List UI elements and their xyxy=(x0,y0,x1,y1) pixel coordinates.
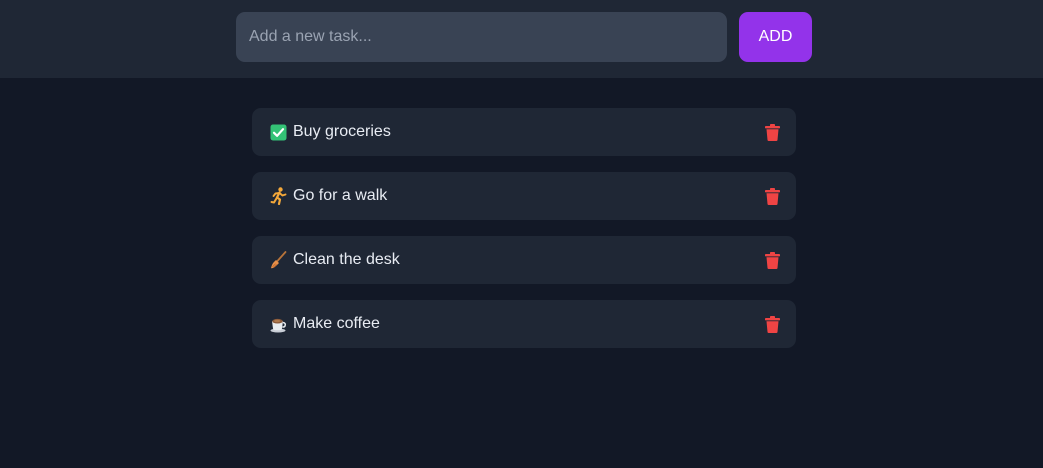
trash-icon[interactable] xyxy=(764,123,780,141)
task-item: Buy groceries xyxy=(252,108,796,156)
task-label: Clean the desk xyxy=(293,251,400,268)
broom-icon xyxy=(269,251,287,269)
top-bar: ADD xyxy=(0,0,1043,78)
task-label: Go for a walk xyxy=(293,187,388,204)
new-task-input[interactable] xyxy=(236,12,727,62)
coffee-cup-icon xyxy=(269,315,287,333)
trash-icon[interactable] xyxy=(764,251,780,269)
add-task-button[interactable]: ADD xyxy=(739,12,812,62)
task-label: Make coffee xyxy=(293,315,380,332)
running-person-icon xyxy=(269,187,287,205)
task-label: Buy groceries xyxy=(293,123,391,140)
task-item: Clean the desk xyxy=(252,236,796,284)
trash-icon[interactable] xyxy=(764,187,780,205)
task-item: Make coffee xyxy=(252,300,796,348)
check-box-icon xyxy=(269,123,287,141)
task-list: Buy groceries Go for a walk Clean the de… xyxy=(252,108,796,364)
task-item: Go for a walk xyxy=(252,172,796,220)
trash-icon[interactable] xyxy=(764,315,780,333)
